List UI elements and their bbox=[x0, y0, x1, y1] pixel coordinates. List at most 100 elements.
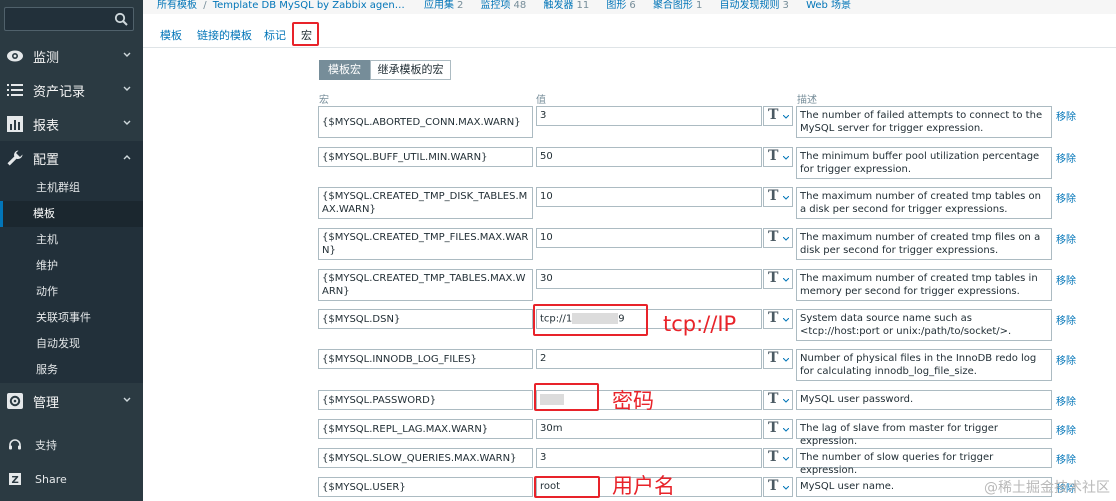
remove-button[interactable]: 移除 bbox=[1056, 393, 1076, 408]
link-items[interactable]: 监控项 bbox=[481, 0, 511, 12]
remove-button[interactable]: 移除 bbox=[1056, 190, 1076, 205]
macro-description-field[interactable]: The maximum number of created tmp files … bbox=[796, 228, 1052, 260]
search-input[interactable] bbox=[4, 7, 134, 31]
macro-name-field[interactable]: {$MYSQL.CREATED_TMP_FILES.MAX.WARN} bbox=[318, 228, 533, 260]
macro-description-field[interactable]: The number of slow queries for trigger e… bbox=[796, 448, 1052, 476]
value-type-dropdown[interactable]: T bbox=[763, 147, 793, 167]
applications-count: 2 bbox=[456, 0, 464, 11]
wrench-icon bbox=[7, 150, 23, 166]
remove-button[interactable]: 移除 bbox=[1056, 451, 1076, 466]
sidebar-item-host-groups[interactable]: 主机群组 bbox=[0, 175, 143, 201]
search-icon[interactable] bbox=[114, 12, 128, 26]
value-type-dropdown[interactable]: T bbox=[763, 419, 793, 439]
tab-tags[interactable]: 标记 bbox=[264, 27, 286, 43]
macro-value-field[interactable]: 50 bbox=[536, 147, 762, 167]
sidebar-item-templates[interactable]: 模板 bbox=[0, 201, 143, 227]
macro-description-field[interactable]: MySQL user password. bbox=[796, 390, 1052, 410]
tab-template[interactable]: 模板 bbox=[160, 27, 182, 43]
value-type-dropdown[interactable]: T bbox=[763, 477, 793, 497]
value-type-dropdown[interactable]: T bbox=[763, 390, 793, 410]
sidebar-item-services[interactable]: 服务 bbox=[0, 357, 143, 383]
value-type-dropdown[interactable]: T bbox=[763, 228, 793, 248]
macro-name-field[interactable]: {$MYSQL.ABORTED_CONN.MAX.WARN} bbox=[318, 106, 533, 138]
value-type-dropdown[interactable]: T bbox=[763, 106, 793, 126]
macro-panel: 模板宏 继承模板的宏 宏 值 描述 {$MYSQL.ABORTED_CONN.M… bbox=[150, 48, 1116, 501]
config-submenu: 主机群组 模板 主机 维护 动作 关联项事件 自动发现 服务 bbox=[0, 175, 143, 383]
menu-inventory[interactable]: 资产记录 bbox=[0, 73, 143, 107]
support-link[interactable]: 支持 bbox=[0, 430, 143, 460]
link-graphs[interactable]: 图形 bbox=[606, 0, 626, 12]
chevron-down-icon bbox=[783, 428, 789, 432]
sidebar-item-discovery[interactable]: 自动发现 bbox=[0, 331, 143, 357]
macro-name-field[interactable]: {$MYSQL.REPL_LAG.MAX.WARN} bbox=[318, 419, 533, 439]
sidebar-item-event-correlation[interactable]: 关联项事件 bbox=[0, 305, 143, 331]
chevron-down-icon bbox=[783, 237, 789, 241]
value-type-dropdown[interactable]: T bbox=[763, 309, 793, 329]
macro-value-field[interactable]: 10 bbox=[536, 187, 762, 207]
remove-button[interactable]: 移除 bbox=[1056, 272, 1076, 287]
value-type-dropdown[interactable]: T bbox=[763, 349, 793, 369]
macro-name-field[interactable]: {$MYSQL.INNODB_LOG_FILES} bbox=[318, 349, 533, 369]
macro-value-field[interactable]: 3 bbox=[536, 106, 762, 126]
macro-value-field[interactable]: 2 bbox=[536, 349, 762, 369]
link-web-scenarios[interactable]: Web 场景 bbox=[806, 0, 851, 12]
macro-description-field[interactable]: The number of failed attempts to connect… bbox=[796, 106, 1052, 138]
text-type-icon: T bbox=[768, 148, 779, 164]
link-discovery-rules[interactable]: 自动发现规则 bbox=[720, 0, 780, 12]
link-screens[interactable]: 聚合图形 bbox=[653, 0, 693, 12]
macro-name-field[interactable]: {$MYSQL.CREATED_TMP_TABLES.MAX.WARN} bbox=[318, 269, 533, 301]
macro-description-field[interactable]: System data source name such as <tcp://h… bbox=[796, 309, 1052, 341]
macro-name-field[interactable]: {$MYSQL.CREATED_TMP_DISK_TABLES.MAX.WARN… bbox=[318, 187, 533, 219]
value-type-dropdown[interactable]: T bbox=[763, 269, 793, 289]
support-label: 支持 bbox=[35, 439, 57, 452]
remove-button[interactable]: 移除 bbox=[1056, 108, 1076, 123]
remove-button[interactable]: 移除 bbox=[1056, 231, 1076, 246]
menu-monitoring-label: 监测 bbox=[33, 50, 60, 66]
template-macros-toggle[interactable]: 模板宏 bbox=[319, 60, 370, 80]
chevron-down-icon bbox=[123, 120, 131, 125]
macro-value-field[interactable]: 30 bbox=[536, 269, 762, 289]
link-applications[interactable]: 应用集 bbox=[424, 0, 454, 12]
text-type-icon: T bbox=[768, 188, 779, 204]
breadcrumb-template[interactable]: Template DB MySQL by Zabbix agen… bbox=[213, 0, 405, 12]
breadcrumb-all-templates[interactable]: 所有模板 bbox=[157, 0, 197, 12]
share-link[interactable]: Z Share bbox=[0, 464, 143, 494]
watermark: @稀土掘金技术社区 bbox=[984, 480, 1110, 496]
annotation-username: 用户名 bbox=[612, 474, 675, 498]
macro-name-field[interactable]: {$MYSQL.USER} bbox=[318, 477, 533, 497]
value-type-dropdown[interactable]: T bbox=[763, 448, 793, 468]
link-triggers[interactable]: 触发器 bbox=[543, 0, 573, 12]
macro-name-field[interactable]: {$MYSQL.SLOW_QUERIES.MAX.WARN} bbox=[318, 448, 533, 468]
graphs-count: 6 bbox=[629, 0, 636, 11]
menu-monitoring[interactable]: 监测 bbox=[0, 39, 143, 73]
tab-bar: 模板 链接的模板 标记 宏 bbox=[143, 14, 1116, 48]
sidebar-item-maintenance[interactable]: 维护 bbox=[0, 253, 143, 279]
macro-description-field[interactable]: Number of physical files in the InnoDB r… bbox=[796, 349, 1052, 381]
macro-description-field[interactable]: The minimum buffer pool utilization perc… bbox=[796, 147, 1052, 179]
highlight-box bbox=[533, 304, 648, 336]
chevron-down-icon bbox=[783, 358, 789, 362]
value-type-dropdown[interactable]: T bbox=[763, 187, 793, 207]
remove-button[interactable]: 移除 bbox=[1056, 150, 1076, 165]
macro-name-field[interactable]: {$MYSQL.DSN} bbox=[318, 309, 533, 329]
menu-reports[interactable]: 报表 bbox=[0, 107, 143, 141]
gear-icon bbox=[7, 393, 23, 409]
menu-administration[interactable]: 管理 bbox=[0, 384, 143, 418]
macro-name-field[interactable]: {$MYSQL.BUFF_UTIL.MIN.WARN} bbox=[318, 147, 533, 167]
inherited-macros-toggle[interactable]: 继承模板的宏 bbox=[370, 60, 451, 80]
macro-description-field[interactable]: The maximum number of created tmp tables… bbox=[796, 269, 1052, 301]
sidebar-item-hosts[interactable]: 主机 bbox=[0, 227, 143, 253]
remove-button[interactable]: 移除 bbox=[1056, 352, 1076, 367]
sidebar-item-actions[interactable]: 动作 bbox=[0, 279, 143, 305]
macro-value-field[interactable]: 30m bbox=[536, 419, 762, 439]
macro-name-field[interactable]: {$MYSQL.PASSWORD} bbox=[318, 390, 533, 410]
chevron-down-icon bbox=[783, 115, 789, 119]
macro-description-field[interactable]: The lag of slave from master for trigger… bbox=[796, 419, 1052, 447]
tab-linked-templates[interactable]: 链接的模板 bbox=[197, 27, 252, 43]
menu-configuration[interactable]: 配置 bbox=[0, 141, 143, 175]
macro-value-field[interactable]: 3 bbox=[536, 448, 762, 468]
remove-button[interactable]: 移除 bbox=[1056, 422, 1076, 437]
remove-button[interactable]: 移除 bbox=[1056, 312, 1076, 327]
macro-value-field[interactable]: 10 bbox=[536, 228, 762, 248]
macro-description-field[interactable]: The maximum number of created tmp tables… bbox=[796, 187, 1052, 219]
